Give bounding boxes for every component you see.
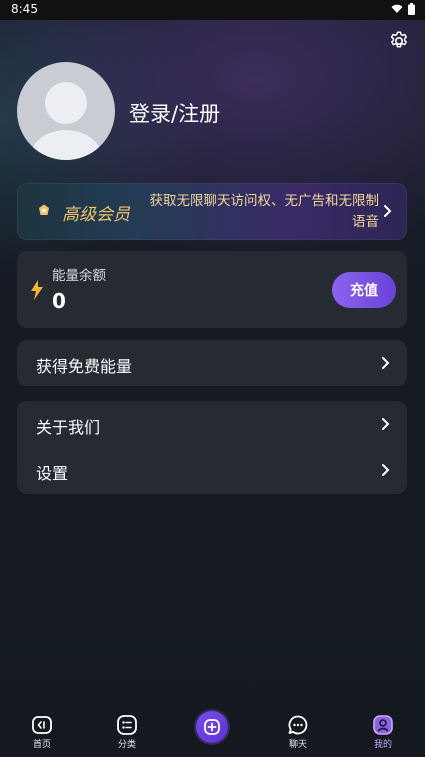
menu-item-free-energy[interactable]: 获得免费能量 — [17, 340, 407, 386]
vip-crown-icon — [39, 204, 49, 215]
nav-item-chat[interactable]: 聊天 — [268, 714, 328, 750]
chat-icon — [288, 715, 308, 735]
status-bar: 8:45 — [0, 0, 425, 20]
profile-icon — [373, 715, 393, 735]
status-icons — [391, 3, 415, 15]
nav-create-button[interactable] — [196, 711, 228, 743]
settings-gear-icon[interactable] — [388, 30, 410, 52]
create-icon — [204, 719, 220, 735]
nav-label: 分类 — [117, 740, 136, 750]
vip-membership-card[interactable]: 高级会员 获取无限聊天访问权、无广告和无限制语音 — [17, 183, 407, 240]
avatar-head-shape — [45, 82, 87, 124]
recharge-button[interactable]: 充值 — [332, 272, 396, 308]
chevron-right-icon — [382, 464, 390, 476]
menu-item-label: 关于我们 — [36, 418, 101, 437]
energy-value: 0 — [52, 289, 66, 313]
status-time: 8:45 — [11, 2, 38, 16]
nav-item-profile[interactable]: 我的 — [353, 714, 413, 750]
free-energy-card[interactable]: 获得免费能量 — [17, 340, 407, 386]
battery-icon — [408, 3, 415, 15]
vip-description: 获取无限聊天访问权、无广告和无限制语音 — [149, 193, 380, 230]
chevron-right-icon — [384, 205, 392, 217]
settings-menu-card: 关于我们 设置 — [17, 401, 407, 494]
chevron-right-icon — [382, 418, 390, 430]
menu-item-about-us[interactable]: 关于我们 — [17, 401, 407, 447]
wifi-icon — [391, 4, 403, 13]
lightning-icon — [31, 280, 43, 300]
nav-label: 我的 — [373, 740, 392, 750]
menu-item-label: 设置 — [36, 464, 69, 483]
home-icon — [32, 716, 52, 734]
menu-item-label: 获得免费能量 — [36, 357, 133, 376]
energy-label: 能量余额 — [52, 268, 106, 284]
energy-balance-card: 能量余额 0 充值 — [17, 251, 407, 328]
avatar[interactable] — [17, 62, 115, 160]
nav-item-category[interactable]: 分类 — [97, 714, 157, 750]
avatar-body-shape — [29, 130, 103, 160]
vip-title: 高级会员 — [62, 205, 130, 225]
menu-item-settings[interactable]: 设置 — [17, 447, 407, 493]
nav-label: 聊天 — [288, 740, 307, 750]
nav-item-home[interactable]: 首页 — [12, 714, 72, 750]
bottom-nav: 首页 分类 聊天 我的 — [0, 700, 425, 757]
chevron-right-icon — [382, 357, 390, 369]
nav-label: 首页 — [32, 740, 51, 750]
category-icon — [117, 715, 137, 735]
login-register-link[interactable]: 登录/注册 — [129, 98, 220, 128]
